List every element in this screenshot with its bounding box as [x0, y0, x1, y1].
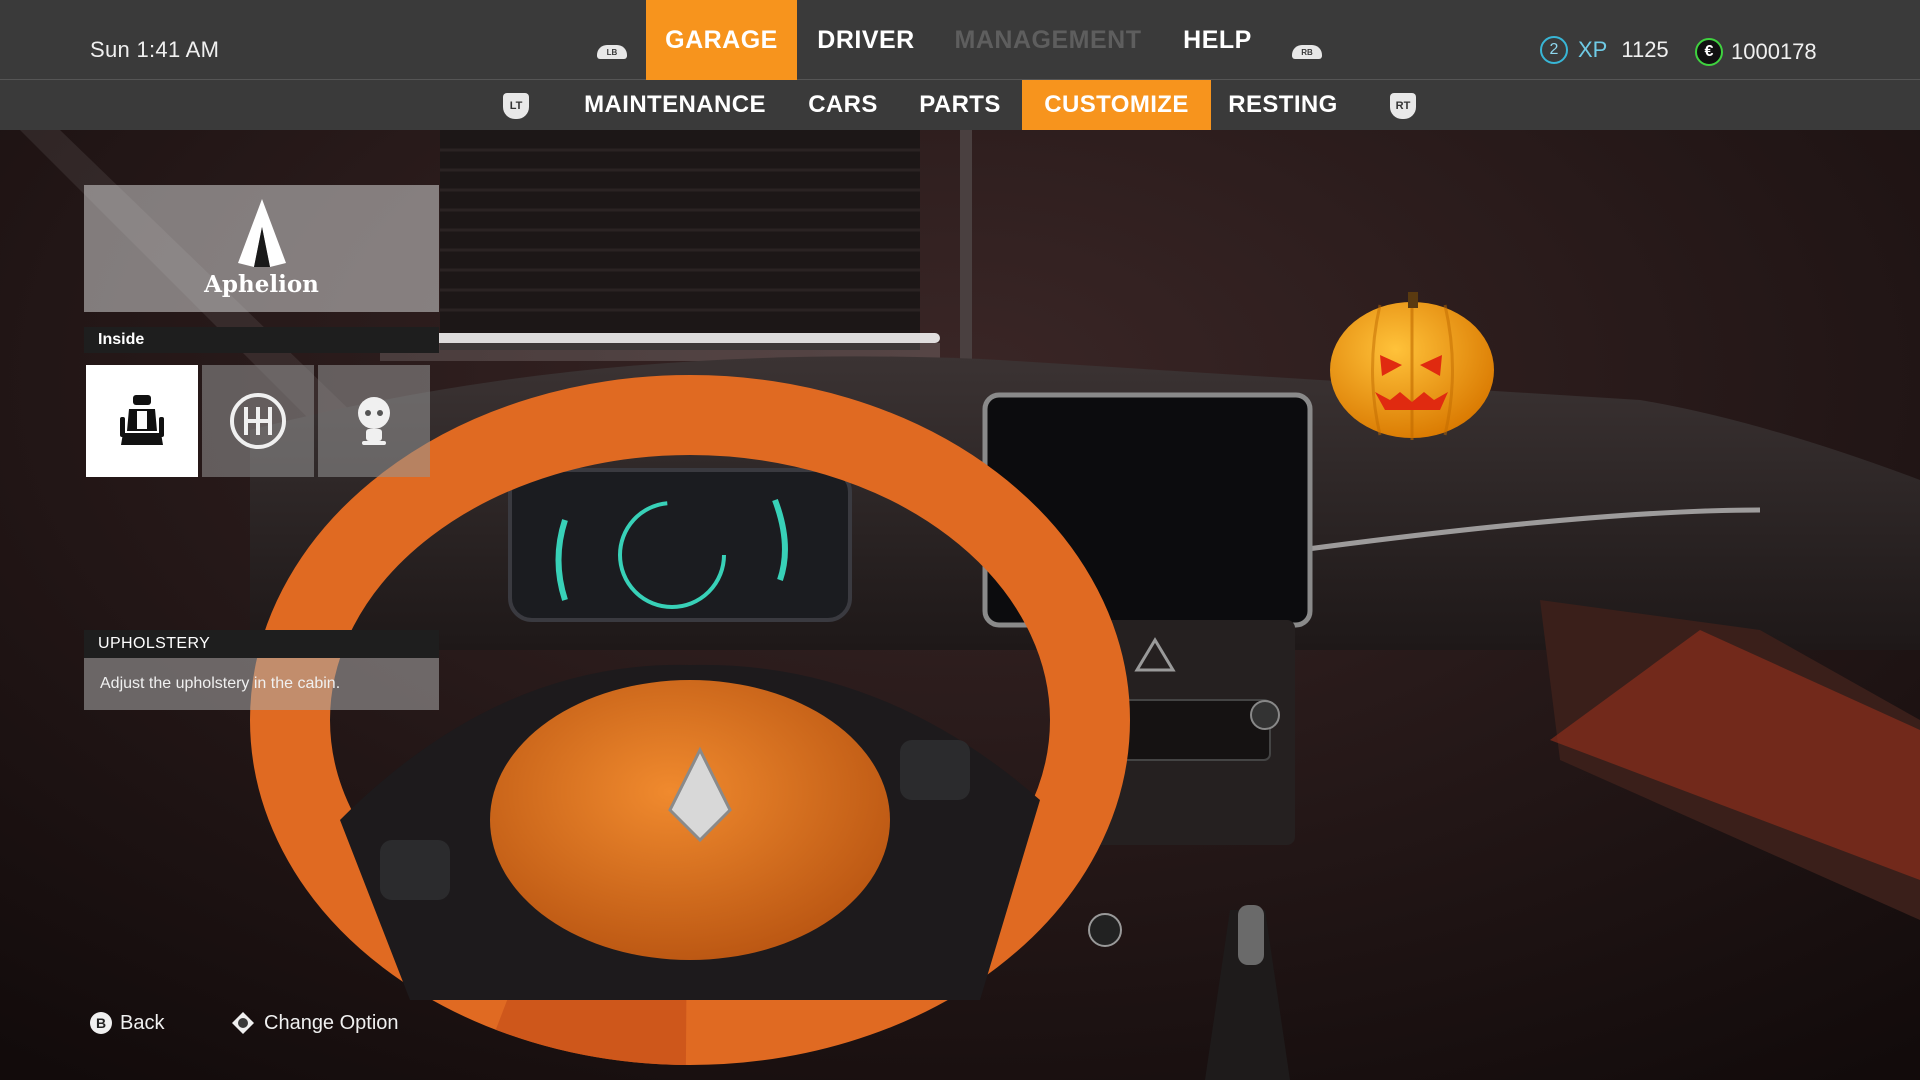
upholstery-header: UPHOLSTERY — [84, 630, 439, 658]
money-display: € 1000178 — [1695, 36, 1817, 68]
back-button[interactable]: B Back — [90, 1009, 164, 1037]
tab-management: MANAGEMENT — [954, 25, 1142, 54]
xp-value: 1125 — [1621, 37, 1669, 62]
level-badge: 2 — [1540, 36, 1568, 64]
tab-parts[interactable]: PARTS — [910, 80, 1010, 130]
tab-resting[interactable]: RESTING — [1220, 80, 1346, 130]
option-description: Adjust the upholstery in the cabin. — [84, 658, 439, 710]
xp-label: XP — [1578, 37, 1608, 62]
option-dashboard-figure[interactable] — [318, 365, 430, 477]
lb-bumper-icon: LB — [597, 45, 627, 59]
left-stick-icon — [232, 1012, 254, 1034]
sub-nav-bar: LT MAINTENANCE CARS PARTS CUSTOMIZE REST… — [0, 80, 1920, 130]
rt-trigger-icon: RT — [1390, 93, 1416, 119]
change-option-button[interactable]: Change Option — [230, 1009, 399, 1037]
game-screen: Sun 1:41 AM LB GARAGE DRIVER MANAGEMENT … — [0, 0, 1920, 1080]
euro-coin-icon: € — [1695, 38, 1723, 66]
bobblehead-icon — [358, 397, 390, 445]
tab-customize[interactable]: CUSTOMIZE — [1022, 80, 1211, 130]
xp-display: 2 XP 1125 — [1540, 34, 1669, 66]
lt-trigger-icon: LT — [503, 93, 529, 119]
inside-section-header: Inside — [84, 327, 439, 353]
option-upholstery[interactable] — [86, 365, 198, 477]
option-gear-shifter[interactable] — [202, 365, 314, 477]
aphelion-logo-icon — [238, 199, 286, 267]
money-value: 1000178 — [1731, 39, 1817, 64]
brand-name: Aphelion — [204, 271, 319, 298]
tab-maintenance[interactable]: MAINTENANCE — [572, 80, 778, 130]
clock-display: Sun 1:41 AM — [90, 37, 220, 62]
b-button-icon: B — [90, 1012, 112, 1034]
top-nav-bar: Sun 1:41 AM LB GARAGE DRIVER MANAGEMENT … — [0, 0, 1920, 80]
gear-shifter-icon — [230, 393, 286, 449]
change-option-label: Change Option — [264, 1011, 399, 1034]
tab-cars[interactable]: CARS — [797, 80, 889, 130]
rb-bumper-icon: RB — [1292, 45, 1322, 59]
tab-driver[interactable]: DRIVER — [800, 0, 932, 80]
car-seat-icon — [120, 395, 164, 445]
back-label: Back — [120, 1011, 165, 1034]
tab-help[interactable]: HELP — [1170, 0, 1265, 80]
car-interior-scene — [0, 0, 1920, 1080]
tab-garage[interactable]: GARAGE — [646, 0, 797, 80]
brand-card: Aphelion — [84, 185, 439, 312]
